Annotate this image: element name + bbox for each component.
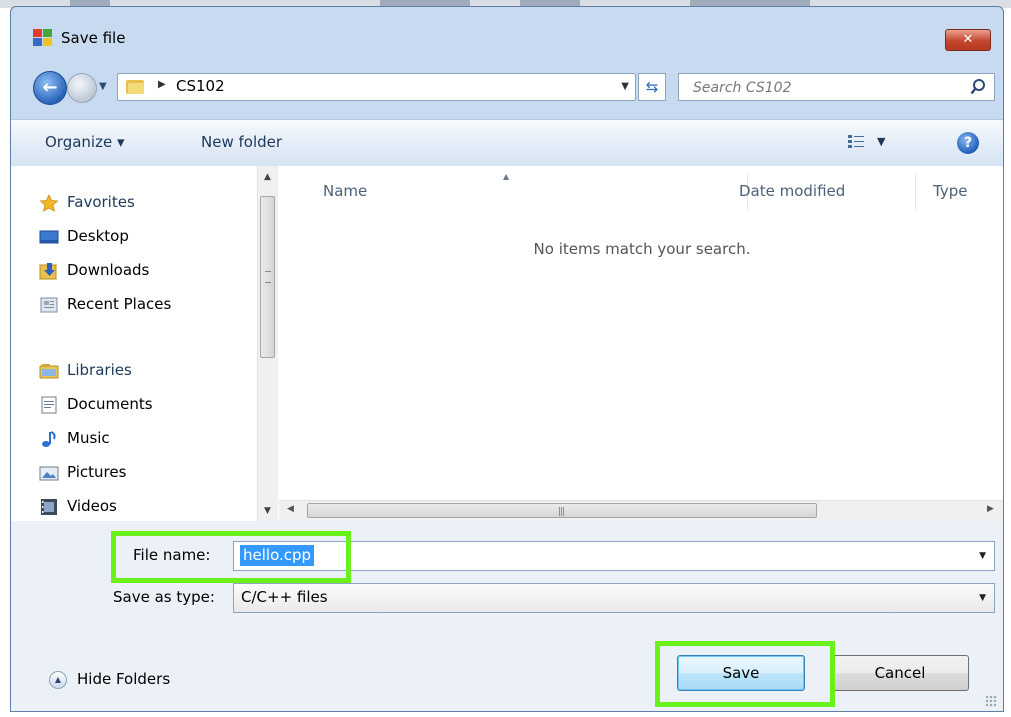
refresh-button[interactable]: ⇆ [638, 73, 666, 101]
scroll-left-arrow-icon[interactable]: ◀ [287, 504, 294, 514]
recent-places-icon [40, 297, 58, 313]
column-header-type[interactable]: Type [933, 182, 967, 200]
app-icon [33, 29, 53, 47]
save-file-dialog: Save file ✕ ← ▼ ▶ CS102 ▼ ⇆ Search CS102… [10, 6, 1004, 712]
view-options-dropdown[interactable]: ▼ [877, 135, 885, 148]
save-options-panel: File name: hello.cpp ▼ Save as type: C/C… [11, 521, 1003, 711]
refresh-icon: ⇆ [645, 78, 659, 96]
scroll-up-arrow-icon[interactable]: ▲ [264, 172, 271, 182]
save-as-type-value: C/C++ files [241, 588, 328, 606]
sidebar-item-label: Libraries [67, 361, 132, 379]
sidebar-item-label: Favorites [67, 193, 135, 211]
sidebar-item-label: Music [67, 429, 110, 447]
organize-menu[interactable]: Organize ▾ [45, 133, 125, 151]
back-button[interactable]: ← [33, 71, 67, 105]
resize-grip-icon[interactable] [985, 695, 997, 707]
file-list-horizontal-scrollbar[interactable]: ◀ ||| ▶ [279, 500, 1003, 521]
change-view-icon[interactable] [847, 133, 865, 151]
save-as-type-label: Save as type: [113, 588, 215, 606]
navigation-pane-scrollbar[interactable]: ▲ ▼ [257, 166, 278, 521]
sort-indicator-icon: ▲ [503, 172, 510, 181]
recent-pages-dropdown[interactable]: ▼ [99, 81, 107, 92]
sidebar-item-label: Documents [67, 395, 153, 413]
sidebar-item-label: Pictures [67, 463, 127, 481]
sidebar-item-label: Recent Places [67, 295, 172, 313]
sidebar-item-label: Downloads [67, 261, 150, 279]
close-button[interactable]: ✕ [945, 29, 991, 51]
command-bar: Organize ▾ New folder ▼ ? [11, 119, 1003, 167]
browser-area: Favorites Desktop Downloads Recent Place… [11, 166, 1003, 521]
libraries-icon [39, 364, 59, 379]
search-input[interactable] [679, 74, 975, 102]
scroll-right-arrow-icon[interactable]: ▶ [987, 504, 994, 514]
address-bar[interactable]: ▶ CS102 ▼ [117, 73, 636, 101]
hide-folders-label: Hide Folders [77, 670, 171, 688]
highlight-box-filename [111, 531, 351, 583]
forward-button[interactable] [67, 73, 97, 103]
highlight-box-save [655, 641, 835, 707]
search-box[interactable] [678, 73, 995, 102]
documents-icon [41, 396, 57, 414]
star-icon [39, 194, 59, 212]
music-icon [42, 431, 56, 447]
empty-list-message: No items match your search. [533, 240, 751, 258]
scrollbar-thumb[interactable] [260, 196, 275, 358]
videos-icon [41, 499, 57, 515]
desktop-icon [39, 230, 59, 244]
cancel-button[interactable]: Cancel [831, 655, 969, 691]
save-as-type-select[interactable]: C/C++ files ▼ [233, 583, 995, 613]
help-icon[interactable]: ? [957, 132, 979, 154]
back-arrow-icon: ← [42, 77, 58, 98]
chevron-down-icon: ▼ [979, 593, 986, 603]
search-icon[interactable] [970, 78, 986, 96]
downloads-icon [39, 263, 57, 280]
column-header-date-modified[interactable]: Date modified [739, 182, 845, 200]
folder-icon [126, 78, 144, 94]
navigation-pane: Favorites Desktop Downloads Recent Place… [11, 166, 278, 521]
new-folder-button[interactable]: New folder [201, 133, 282, 151]
sidebar-item-label: Desktop [67, 227, 129, 245]
sidebar-item-label: Videos [67, 497, 117, 515]
navigation-bar: ← ▼ ▶ CS102 ▼ ⇆ [11, 67, 1003, 107]
pictures-icon [39, 466, 59, 481]
file-name-dropdown-icon[interactable]: ▼ [979, 551, 986, 561]
address-dropdown-icon[interactable]: ▼ [621, 81, 629, 92]
title-bar: Save file ✕ [11, 7, 1003, 51]
file-list: ▲ Name Date modified Type No items match… [279, 166, 1003, 521]
scroll-down-arrow-icon[interactable]: ▼ [264, 506, 271, 516]
scrollbar-thumb[interactable]: ||| [307, 503, 817, 518]
close-icon: ✕ [962, 32, 974, 47]
column-header-name[interactable]: Name [323, 182, 367, 200]
window-title: Save file [61, 29, 126, 47]
collapse-arrow-icon: ▲ [49, 671, 67, 689]
breadcrumb-cs102[interactable]: CS102 [176, 77, 225, 95]
breadcrumb-chevron-icon[interactable]: ▶ [158, 79, 166, 90]
